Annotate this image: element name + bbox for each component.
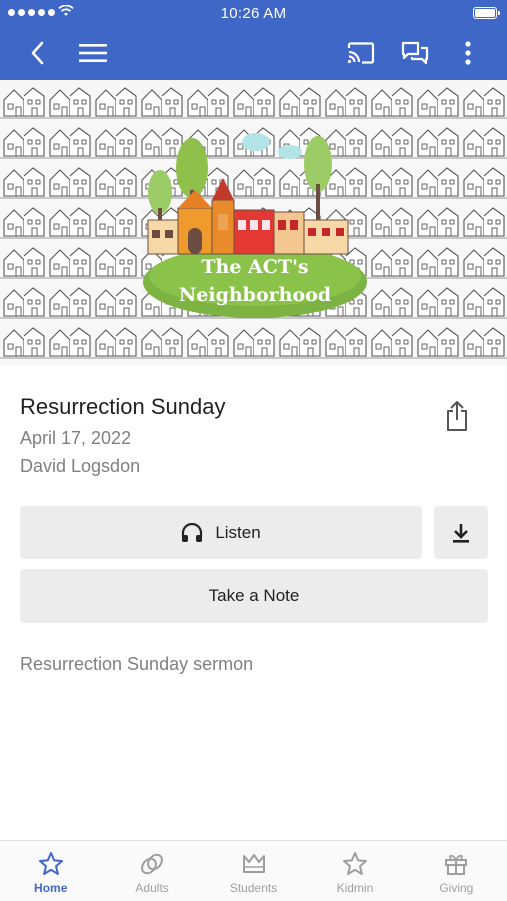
tab-home-label: Home <box>34 881 68 895</box>
take-note-button[interactable]: Take a Note <box>20 569 488 623</box>
sermon-description: Resurrection Sunday sermon <box>20 654 254 674</box>
hamburger-menu-icon <box>79 44 107 62</box>
status-time: 10:26 AM <box>220 5 287 22</box>
tab-home[interactable]: Home <box>0 841 101 901</box>
menu-button[interactable] <box>74 34 112 72</box>
tab-kidmin-label: Kidmin <box>336 881 374 895</box>
battery-icon <box>473 7 500 19</box>
crown-icon <box>242 854 265 873</box>
neighborhood-illustration: The ACT's Neighborhood <box>0 80 507 365</box>
take-note-label: Take a Note <box>208 586 300 605</box>
star-icon <box>38 852 63 875</box>
back-button[interactable] <box>18 34 56 72</box>
share-button[interactable] <box>440 398 474 434</box>
chevron-left-icon <box>31 41 44 65</box>
more-vertical-icon <box>465 41 471 65</box>
rings-icon <box>141 853 164 875</box>
chat-bubbles-icon <box>401 41 429 65</box>
headphones-icon <box>181 522 203 543</box>
tab-students-label: Students <box>229 881 278 895</box>
listen-label: Listen <box>215 522 261 542</box>
tab-giving-label: Giving <box>439 881 474 895</box>
download-button[interactable] <box>434 506 488 559</box>
more-options-button[interactable] <box>449 34 487 72</box>
status-bar: 10:26 AM <box>0 0 507 26</box>
nav-bar <box>0 26 507 80</box>
sermon-info: Resurrection Sunday April 17, 2022 David… <box>20 394 225 477</box>
cast-icon <box>347 42 375 64</box>
sermon-artwork: The ACT's Neighborhood <box>0 80 507 365</box>
sermon-title: Resurrection Sunday <box>20 394 226 419</box>
chat-button[interactable] <box>396 34 434 72</box>
cast-button[interactable] <box>342 34 380 72</box>
tab-adults[interactable]: Adults <box>101 841 202 901</box>
tab-students[interactable]: Students <box>203 841 304 901</box>
tab-adults-label: Adults <box>135 881 169 895</box>
artwork-title-line1: The ACT's <box>201 256 308 278</box>
gift-icon <box>445 854 468 875</box>
download-icon <box>453 523 469 543</box>
artwork-title-line2: Neighborhood <box>179 284 331 306</box>
tab-giving[interactable]: Giving <box>406 841 507 901</box>
tab-bar: Home Adults Students Kidmin Giving <box>0 840 507 901</box>
sermon-date: April 17, 2022 <box>20 428 132 448</box>
star-icon <box>342 852 367 875</box>
tab-kidmin[interactable]: Kidmin <box>304 841 405 901</box>
sermon-speaker: David Logsdon <box>20 456 141 476</box>
share-icon <box>447 401 467 431</box>
listen-button[interactable]: Listen <box>20 506 422 559</box>
